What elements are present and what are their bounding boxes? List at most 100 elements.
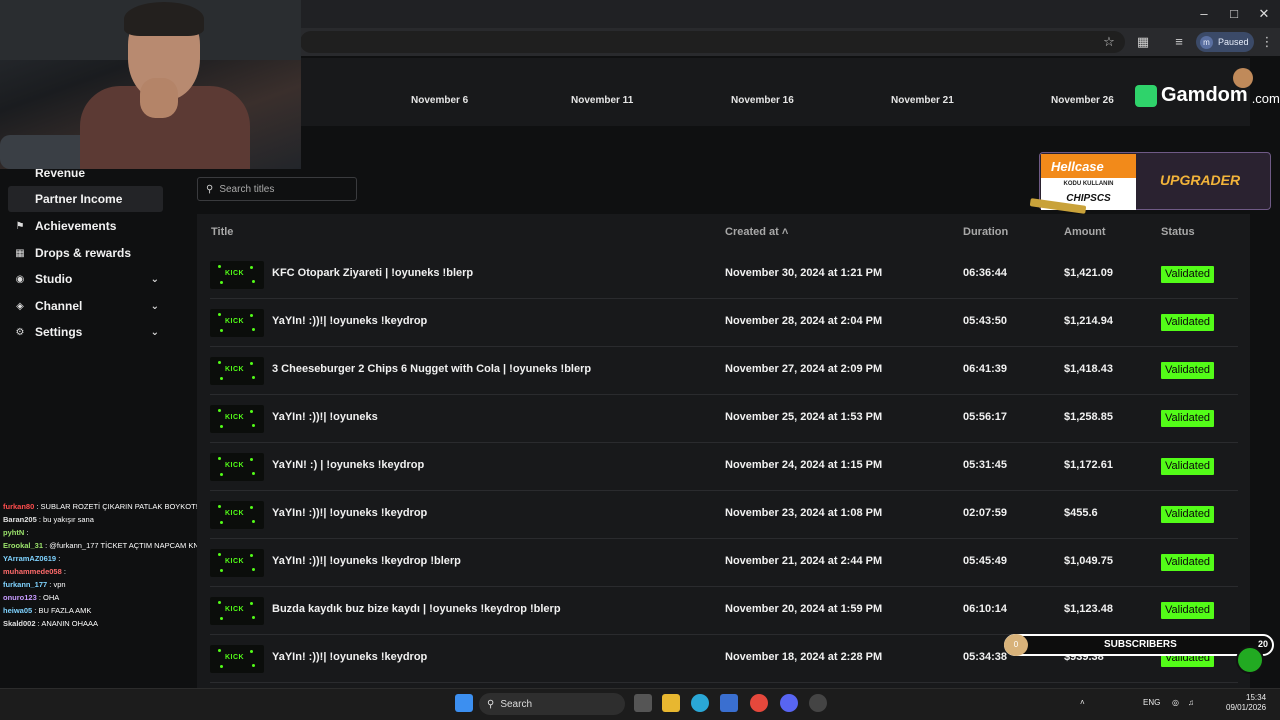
stream-thumbnail[interactable]: KICK [210, 501, 264, 529]
stream-created: November 21, 2024 at 2:44 PM [725, 555, 883, 567]
col-header-duration[interactable]: Duration [963, 226, 1008, 238]
chart-x-tick: November 16 [731, 95, 794, 106]
sidebar-item-achievements[interactable]: ⚑ Achievements [8, 213, 163, 239]
sidebar-item-label: Drops & rewards [35, 246, 132, 260]
stream-duration: 05:34:38 [963, 651, 1008, 663]
sidebar-item-studio[interactable]: ◉ Studio ⌄ [8, 266, 163, 292]
chat-username[interactable]: furkan80 [3, 502, 34, 511]
taskbar-clock[interactable]: 15:34 09/01/2026 [1226, 693, 1266, 713]
table-row[interactable]: KICK YaYIn! :))!| !oyuneks !keydrop Novemb… [210, 299, 1238, 347]
col-header-amount[interactable]: Amount [1064, 226, 1106, 238]
tray-lang[interactable]: ENG [1143, 698, 1160, 707]
profile-button[interactable]: m Paused [1196, 32, 1254, 52]
webcam-overlay [0, 0, 301, 169]
taskbar-search-label: Search [500, 698, 533, 710]
stream-thumbnail[interactable]: KICK [210, 261, 264, 289]
search-input[interactable] [219, 183, 340, 195]
chat-username[interactable]: furkann_177 [3, 580, 47, 589]
chat-username[interactable]: muhammede058 [3, 567, 62, 576]
stream-thumbnail[interactable]: KICK [210, 357, 264, 385]
task-view-icon[interactable] [634, 694, 652, 712]
stream-thumbnail[interactable]: KICK [210, 309, 264, 337]
stream-duration: 06:10:14 [963, 603, 1008, 615]
chat-username[interactable]: Skald002 [3, 619, 36, 628]
chart-x-tick: November 21 [891, 95, 954, 106]
stream-duration: 05:56:17 [963, 411, 1008, 423]
file-explorer-icon[interactable] [662, 694, 680, 712]
table-row[interactable]: KICK 3 Cheeseburger 2 Chips 6 Nugget with… [210, 347, 1238, 395]
sidebar-item-channel[interactable]: ◈ Channel ⌄ [8, 293, 163, 319]
chat-username[interactable]: Baran205 [3, 515, 37, 524]
thumb-logo: KICK [225, 606, 245, 613]
search-box[interactable]: ⚲ [197, 177, 357, 201]
stream-created: November 24, 2024 at 1:15 PM [725, 459, 883, 471]
table-row[interactable]: KICK Buzda kaydık buz bize kaydı | !oyune… [210, 587, 1238, 635]
chat-username[interactable]: onuro123 [3, 593, 37, 602]
col-header-status[interactable]: Status [1161, 226, 1195, 238]
chat-username[interactable]: heiwa05 [3, 606, 32, 615]
chrome-icon[interactable] [750, 694, 768, 712]
stream-thumbnail[interactable]: KICK [210, 549, 264, 577]
stream-created: November 18, 2024 at 2:28 PM [725, 651, 883, 663]
maximize-icon[interactable]: □ [1222, 6, 1246, 21]
chat-username[interactable]: pyhtN [3, 528, 24, 537]
sidebar-item-partner-income[interactable]: Partner Income [8, 186, 163, 212]
media-control-icon[interactable]: ≡ [1170, 33, 1188, 51]
table-row[interactable]: KICK YaYIn! :))!| !oyuneks !keydrop !bler… [210, 539, 1238, 587]
stream-duration: 05:43:50 [963, 315, 1008, 327]
table-row[interactable]: KICK YaYIn! :))!| !oyuneks November 25, 20… [210, 395, 1238, 443]
sidebar-item-label: Partner Income [35, 192, 123, 206]
status-badge: Validated [1161, 314, 1215, 331]
bookmark-star-icon[interactable]: ☆ [1100, 33, 1118, 51]
table-row[interactable]: KICK YaYıN! :) | !oyuneks !keydrop Novembe… [210, 443, 1238, 491]
sidebar-item-label: Settings [35, 325, 83, 339]
windows-start-icon[interactable] [455, 694, 473, 712]
stream-thumbnail[interactable]: KICK [210, 453, 264, 481]
sidebar-item-settings[interactable]: ⚙ Settings ⌄ [8, 319, 163, 345]
minimize-icon[interactable]: – [1192, 6, 1216, 21]
chat-message: Baran205 : bu yakışır sana [0, 513, 197, 526]
stream-thumbnail[interactable]: KICK [210, 405, 264, 433]
stream-title: YaYIn! :))!| !oyuneks !keydrop [272, 315, 428, 327]
chat-username[interactable]: YArramAZ0619 [3, 554, 56, 563]
channel-icon: ◈ [16, 300, 24, 312]
tray-chevron-icon[interactable]: ˄ [1080, 698, 1085, 707]
stream-amount: $1,418.43 [1064, 363, 1113, 375]
chat-message: heiwa05 : BU FAZLA AMK [0, 604, 197, 617]
stream-thumbnail[interactable]: KICK [210, 597, 264, 625]
volume-icon[interactable]: ♫ [1188, 698, 1194, 707]
thumb-logo: KICK [225, 414, 245, 421]
status-badge: Validated [1161, 554, 1215, 571]
wifi-icon[interactable]: ◎ [1172, 698, 1179, 707]
table-row[interactable]: KICK KFC Otopark Ziyareti | !oyuneks !ble… [210, 251, 1238, 299]
col-header-created-label: Created at [725, 226, 779, 238]
gamdom-logo: Gamdom .com [1135, 84, 1280, 107]
extensions-icon[interactable]: ▦ [1134, 33, 1152, 51]
status-badge: Validated [1161, 410, 1215, 427]
chart-x-tick: November 11 [571, 95, 634, 106]
close-icon[interactable]: ✕ [1252, 6, 1276, 22]
address-bar[interactable] [300, 31, 1125, 53]
sidebar-item-drops-rewards[interactable]: ▦ Drops & rewards [8, 240, 163, 266]
col-header-title[interactable]: Title [211, 226, 233, 238]
chat-username[interactable]: Erookal_31 [3, 541, 43, 550]
taskbar-search[interactable]: ⚲ Search [479, 693, 625, 715]
thumb-logo: KICK [225, 318, 245, 325]
stream-title: YaYIn! :))!| !oyuneks !keydrop [272, 507, 428, 519]
edge-icon[interactable] [691, 694, 709, 712]
store-icon[interactable] [720, 694, 738, 712]
obs-icon[interactable] [809, 694, 827, 712]
clock-time: 15:34 [1246, 693, 1267, 702]
stream-title: YaYIn! :))!| !oyuneks [272, 411, 378, 423]
stream-thumbnail[interactable]: KICK [210, 645, 264, 673]
discord-icon[interactable] [780, 694, 798, 712]
hellcase-sub: KODU KULLANIN [1063, 181, 1114, 187]
stream-title: 3 Cheeseburger 2 Chips 6 Nugget with Col… [272, 363, 592, 375]
table-row[interactable]: KICK YaYIn! :))!| !oyuneks !keydrop Novemb… [210, 491, 1238, 539]
stream-duration: 06:41:39 [963, 363, 1008, 375]
hellcase-cta: UPGRADER [1160, 172, 1241, 188]
col-header-created[interactable]: Created at ˄ [725, 226, 788, 238]
browser-menu-icon[interactable]: ⋮ [1258, 33, 1276, 51]
status-badge: Validated [1161, 506, 1215, 523]
stream-amount: $1,258.85 [1064, 411, 1113, 423]
